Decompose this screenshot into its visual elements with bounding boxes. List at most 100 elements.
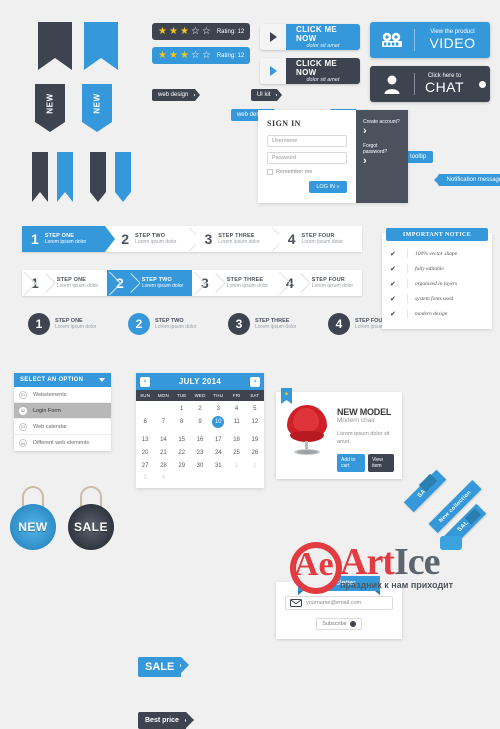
step-circle-2[interactable]: 2 STEP TWO Lorem ipsum dolor [128, 313, 228, 335]
username-input[interactable]: Username [267, 135, 347, 147]
step-item-2[interactable]: 2 STEP TWO Lorem ipsum dolor [105, 226, 195, 252]
chevron-right-icon[interactable]: › [363, 156, 401, 167]
notification-message-blue[interactable]: Notification message [433, 174, 500, 186]
calendar-day-next-month[interactable]: 2 [246, 459, 264, 472]
select-option-web-calendar[interactable]: 03 Web calendar [14, 419, 111, 435]
forgot-password-label[interactable]: Forgot password? [363, 143, 401, 155]
calendar-day[interactable]: 4 [227, 403, 245, 416]
add-to-cart-button[interactable]: Add to cart [337, 453, 366, 472]
option-label: Different web elements [33, 440, 90, 446]
bookmark-blue-plain[interactable] [84, 22, 118, 75]
chevron-down-icon[interactable] [99, 378, 105, 382]
calendar-day[interactable]: 31 [209, 459, 227, 472]
log-in-button[interactable]: LOG IN » [309, 181, 347, 193]
calendar-day[interactable]: 18 [227, 434, 245, 447]
calendar-day[interactable]: 23 [191, 447, 209, 460]
subscribe-button[interactable]: Subscribe [316, 617, 362, 630]
calendar-day[interactable]: 15 [173, 434, 191, 447]
calendar-day[interactable]: 2 [191, 403, 209, 416]
option-number: 03 [19, 422, 27, 431]
calendar-day[interactable]: 20 [136, 447, 154, 460]
step-number: 1 [31, 231, 39, 247]
chevron-left-icon[interactable]: ‹ [140, 376, 150, 387]
step-circle-3[interactable]: 3 STEP THREE Lorem ipsum dolor [228, 313, 328, 335]
calendar-day[interactable]: 19 [246, 434, 264, 447]
step-item-3[interactable]: 3 STEP THREE Lorem ipsum dolor [196, 226, 279, 252]
watermark-mark: Ae [294, 546, 334, 583]
calendar-day[interactable]: 24 [209, 447, 227, 460]
hang-tag-sale[interactable]: SALE [68, 486, 114, 552]
tag-web-design-dark[interactable]: web design [152, 89, 201, 101]
calendar-day[interactable]: 11 [227, 416, 245, 435]
calendar-day[interactable]: 22 [173, 447, 191, 460]
select-option-login-form[interactable]: 02 Login Form [14, 403, 111, 419]
ribbon-dark-point[interactable] [90, 152, 106, 207]
calendar-day[interactable]: 25 [227, 447, 245, 460]
bookmark-dark-plain[interactable] [38, 22, 72, 75]
calendar-day[interactable]: 7 [154, 416, 172, 435]
calendar-day[interactable]: 12 [246, 416, 264, 435]
star-empty-icon: ☆ [190, 25, 200, 37]
chevron-right-icon[interactable]: › [249, 376, 260, 387]
calendar-day[interactable]: 21 [154, 447, 172, 460]
bookmark-blue-new[interactable]: NEW [82, 84, 112, 137]
remember-me-row[interactable]: Remember me [267, 169, 347, 175]
hang-tag-new[interactable]: NEW [10, 486, 56, 552]
remember-me-checkbox[interactable] [267, 169, 273, 175]
chevron-right-icon[interactable]: › [363, 126, 401, 137]
calendar-day[interactable]: 8 [173, 416, 191, 435]
create-account-label[interactable]: Create account? [363, 119, 401, 125]
select-option-different-web-elements[interactable]: 04 Different web elements [14, 435, 111, 451]
calendar-day[interactable]: 10 [209, 415, 227, 435]
select-header[interactable]: SELECT AN OPTION [14, 373, 111, 387]
cta-button-blue[interactable]: CLICK ME NOW dolor sit amet [260, 24, 360, 50]
calendar-day-grid[interactable]: 1 2 3 4 5 6 7 8 9 10 11 12 13 14 15 16 17 18 19 20 21 22 23 24 2… [136, 401, 264, 488]
calendar-day[interactable]: 3 [209, 403, 227, 416]
password-input[interactable]: Password [267, 152, 347, 164]
price-tag-best-price[interactable]: Best price [138, 709, 500, 729]
star-filled-icon: ★ [158, 49, 167, 61]
bookmark-dark-new[interactable]: NEW [35, 84, 65, 137]
cta-button-dark[interactable]: CLICK ME NOW dolor sit amet [260, 58, 360, 84]
rating-badge-dark[interactable]: ★ ★ ★ ☆ ☆ Rating: 12 [152, 23, 251, 40]
select-option-webelements[interactable]: 01 Webelements [14, 387, 111, 403]
calendar-day[interactable]: 5 [246, 403, 264, 416]
calendar-day[interactable]: 26 [246, 447, 264, 460]
calendar-selected-day[interactable]: 10 [212, 415, 225, 428]
step-number: 1 [28, 313, 50, 335]
calendar-day-next-month[interactable]: 3 [136, 472, 154, 485]
calendar-day-next-month[interactable]: 1 [227, 459, 245, 472]
ribbon-dark-notch[interactable] [32, 152, 48, 207]
calendar-day[interactable]: 30 [191, 459, 209, 472]
step-item-4[interactable]: 4 STEP FOUR Lorem ipsum dolor [277, 270, 362, 296]
calendar-day[interactable]: 9 [191, 416, 209, 435]
step-number: 3 [228, 313, 250, 335]
calendar-day[interactable]: 17 [209, 434, 227, 447]
tag-ui-kit-dark[interactable]: UI kit [250, 89, 283, 101]
step-sub: Lorem ipsum dolor [311, 283, 354, 289]
calendar-day[interactable]: 6 [136, 416, 154, 435]
calendar-day-next-month[interactable]: 4 [154, 472, 172, 485]
calendar-day[interactable]: 14 [154, 434, 172, 447]
view-item-button[interactable]: View item [368, 453, 394, 472]
calendar-day[interactable]: 1 [173, 403, 191, 416]
chat-button[interactable]: Click here to CHAT [370, 66, 490, 102]
play-arrow-icon [260, 58, 286, 84]
calendar-day[interactable]: 27 [136, 459, 154, 472]
calendar-day[interactable]: 13 [136, 434, 154, 447]
step-circle-1[interactable]: 1 STEP ONE Lorem ipsum dolor [28, 313, 128, 335]
ribbon-blue-notch[interactable] [57, 152, 73, 207]
rating-badge-blue[interactable]: ★ ★ ★ ☆ ☆ Rating: 12 [152, 47, 251, 64]
step-item-1[interactable]: 1 STEP ONE Lorem ipsum dolor [22, 226, 116, 252]
calendar-day[interactable]: 28 [154, 459, 172, 472]
calendar-day[interactable]: 29 [173, 459, 191, 472]
calendar-day[interactable]: 16 [191, 434, 209, 447]
step-item-2[interactable]: 2 STEP TWO Lorem ipsum dolor [107, 270, 192, 296]
step-item-3[interactable]: 3 STEP THREE Lorem ipsum dolor [192, 270, 277, 296]
ribbon-blue-point[interactable] [115, 152, 131, 207]
step-number: 4 [287, 231, 296, 247]
video-button[interactable]: View the product VIDEO [370, 22, 490, 58]
price-tag-sale[interactable]: SALE [138, 656, 500, 677]
step-item-1[interactable]: 1 STEP ONE Lorem ipsum dolor [22, 270, 107, 296]
step-item-4[interactable]: 4 STEP FOUR Lorem ipsum dolor [279, 226, 362, 252]
